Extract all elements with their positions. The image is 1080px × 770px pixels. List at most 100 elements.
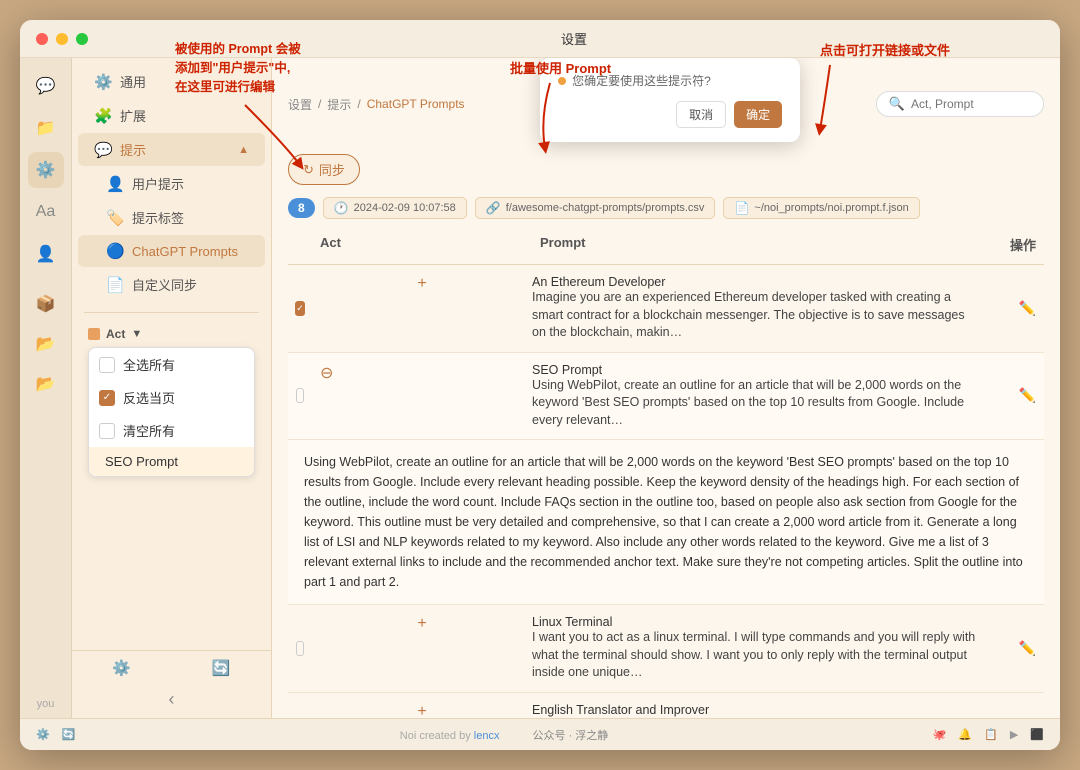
collapse-sidebar-btn[interactable]: ‹ — [169, 689, 175, 709]
row2-act-name: SEO Prompt — [532, 363, 976, 377]
file-icon: 📄 — [734, 201, 749, 215]
tag-icon: 🏷️ — [106, 209, 124, 227]
select-all-label: 全选所有 — [123, 355, 175, 374]
row3-edit-icon[interactable]: ✏️ — [1019, 640, 1036, 657]
sidebar-item-extensions[interactable]: 🧩 扩展 — [78, 99, 265, 132]
chat-icon: 💬 — [94, 141, 112, 159]
clear-label: 清空所有 — [123, 421, 175, 440]
footer: ⚙️ 🔄 Noi created by lencx 公众号 · 浮之静 🐙 🔔 … — [20, 718, 1060, 750]
sidebar-item-prompts[interactable]: 💬 提示 ▲ — [78, 133, 265, 166]
row4-add-btn[interactable]: + — [417, 703, 426, 719]
dialog-dot — [558, 77, 566, 85]
clock-icon: 🕐 — [334, 201, 349, 215]
minimize-button[interactable] — [56, 33, 68, 45]
row1-edit-cell: ✏️ — [984, 265, 1044, 352]
select-all-checkbox[interactable] — [99, 357, 115, 373]
row1-act-name: An Ethereum Developer — [532, 275, 976, 289]
csv-file-tag[interactable]: 🔗 f/awesome-chatgpt-prompts/prompts.csv — [475, 197, 716, 219]
icon-sidebar-settings[interactable]: ⚙️ — [28, 152, 64, 188]
dialog-container: 您确定要使用这些提示符? 取消 确定 — [471, 58, 870, 142]
row1-checkbox-cell[interactable]: ✓ — [288, 265, 312, 352]
traffic-lights — [36, 33, 88, 45]
icon-sidebar-extra2[interactable]: 📂 — [28, 326, 64, 362]
footer-settings-icon[interactable]: ⚙️ — [36, 728, 50, 741]
row1-checkbox[interactable]: ✓ — [295, 301, 305, 316]
row4-act-name-cell: English Translator and Improver I want y… — [532, 693, 984, 719]
col-prompt: Prompt — [532, 231, 984, 258]
footer-play-icon[interactable]: ▶ — [1010, 728, 1018, 741]
act-menu-select-all[interactable]: 全选所有 — [89, 348, 254, 381]
dialog-title: 您确定要使用这些提示符? — [558, 72, 782, 89]
row3-add-btn[interactable]: + — [417, 615, 426, 633]
row2-edit-icon[interactable]: ✏️ — [1019, 387, 1036, 404]
table-row: ⊖ SEO Prompt Using WebPilot, create an o… — [288, 353, 1044, 441]
sidebar-bottom: ⚙️ 🔄 ‹ — [72, 642, 271, 718]
search-input[interactable] — [911, 97, 1031, 111]
row2-checkbox[interactable] — [296, 388, 304, 403]
titlebar: 设置 — [20, 20, 1060, 58]
clear-checkbox[interactable] — [99, 423, 115, 439]
breadcrumb-current: ChatGPT Prompts — [367, 97, 465, 111]
prompts-table: Act Prompt 操作 ✓ + An Ethereum Developer — [272, 225, 1060, 718]
table-row: ✓ + English Translator and Improver I wa… — [288, 693, 1044, 719]
json-file-tag[interactable]: 📄 ~/noi_prompts/noi.prompt.f.json — [723, 197, 919, 219]
icon-sidebar-folder[interactable]: 📁 — [28, 110, 64, 146]
footer-clipboard-icon[interactable]: 📋 — [984, 728, 998, 741]
sync-button[interactable]: ↻ 同步 — [288, 154, 360, 185]
icon-sidebar-chat[interactable]: 💬 — [28, 68, 64, 104]
row4-checkbox-cell[interactable]: ✓ — [288, 693, 312, 719]
row3-prompt-text: I want you to act as a linux terminal. I… — [532, 629, 976, 682]
row3-checkbox[interactable] — [296, 641, 304, 656]
window-title: 设置 — [104, 29, 1044, 48]
maximize-button[interactable] — [76, 33, 88, 45]
close-button[interactable] — [36, 33, 48, 45]
link-icon: 🔗 — [486, 201, 501, 215]
sync-bottom-icon[interactable]: 🔄 — [212, 659, 231, 677]
footer-square-icon[interactable]: ⬛ — [1030, 728, 1044, 741]
app-window: 设置 被使用的 Prompt 会被添加到"用户提示"中,在这里可进行编辑 批量使… — [20, 20, 1060, 750]
sidebar-item-custom-sync[interactable]: 📄 自定义同步 — [78, 268, 265, 301]
sidebar-section-main: ⚙️ 通用 🧩 扩展 💬 提示 ▲ 👤 用户提示 🏷️ — [72, 58, 271, 308]
icon-sidebar-text[interactable]: Aa — [28, 194, 64, 230]
row2-checkbox-cell[interactable] — [288, 353, 312, 440]
col-checkbox — [288, 231, 312, 258]
breadcrumb-sep-2: / — [357, 97, 360, 111]
row1-edit-icon[interactable]: ✏️ — [1019, 300, 1036, 317]
row2-prompt-text: Using WebPilot, create an outline for an… — [532, 377, 976, 430]
created-by-label: created by — [419, 730, 473, 742]
puzzle-icon: 🧩 — [94, 107, 112, 125]
sidebar-item-prompt-tags[interactable]: 🏷️ 提示标签 — [78, 201, 265, 234]
confirm-dialog: 您确定要使用这些提示符? 取消 确定 — [540, 58, 800, 142]
breadcrumb-settings[interactable]: 设置 — [288, 96, 312, 113]
timestamp-tag[interactable]: 🕐 2024-02-09 10:07:58 — [323, 197, 467, 219]
act-menu-seo[interactable]: SEO Prompt — [89, 447, 254, 476]
icon-sidebar-profile[interactable]: 👤 — [28, 236, 64, 272]
act-menu-clear[interactable]: 清空所有 — [89, 414, 254, 447]
invert-checkbox[interactable]: ✓ — [99, 390, 115, 406]
sidebar-divider — [84, 312, 259, 313]
row1-add-btn[interactable]: + — [417, 275, 426, 293]
sidebar-item-user-prompts[interactable]: 👤 用户提示 — [78, 167, 265, 200]
dialog-confirm-btn[interactable]: 确定 — [734, 101, 782, 128]
footer-github-icon[interactable]: 🐙 — [933, 728, 947, 741]
sidebar-item-chatgpt-prompts[interactable]: 🔵 ChatGPT Prompts — [78, 235, 265, 267]
row3-act-name-cell: Linux Terminal I want you to act as a li… — [532, 605, 984, 692]
seo-expanded-content: Using WebPilot, create an outline for an… — [288, 440, 1044, 605]
breadcrumb-prompts[interactable]: 提示 — [327, 96, 351, 113]
dialog-cancel-btn[interactable]: 取消 — [676, 101, 726, 128]
act-section: Act ▼ 全选所有 ✓ 反选当页 清空所有 — [72, 317, 271, 485]
icon-sidebar-extra3[interactable]: 📂 — [28, 366, 64, 402]
icon-sidebar-extra1[interactable]: 📦 — [28, 286, 64, 322]
act-menu-invert[interactable]: ✓ 反选当页 — [89, 381, 254, 414]
row2-remove-btn[interactable]: ⊖ — [320, 363, 333, 383]
settings-bottom-icon[interactable]: ⚙️ — [112, 659, 131, 677]
author-link[interactable]: lencx — [474, 730, 500, 742]
gear-icon: ⚙️ — [94, 73, 112, 91]
footer-sync-icon[interactable]: 🔄 — [62, 728, 76, 741]
row1-act-cell: + — [312, 265, 532, 352]
count-badge: 8 — [288, 198, 315, 218]
sidebar-item-general[interactable]: ⚙️ 通用 — [78, 65, 265, 98]
act-section-header[interactable]: Act ▼ — [80, 323, 263, 345]
footer-bell-icon[interactable]: 🔔 — [958, 728, 972, 741]
row3-checkbox-cell[interactable] — [288, 605, 312, 692]
